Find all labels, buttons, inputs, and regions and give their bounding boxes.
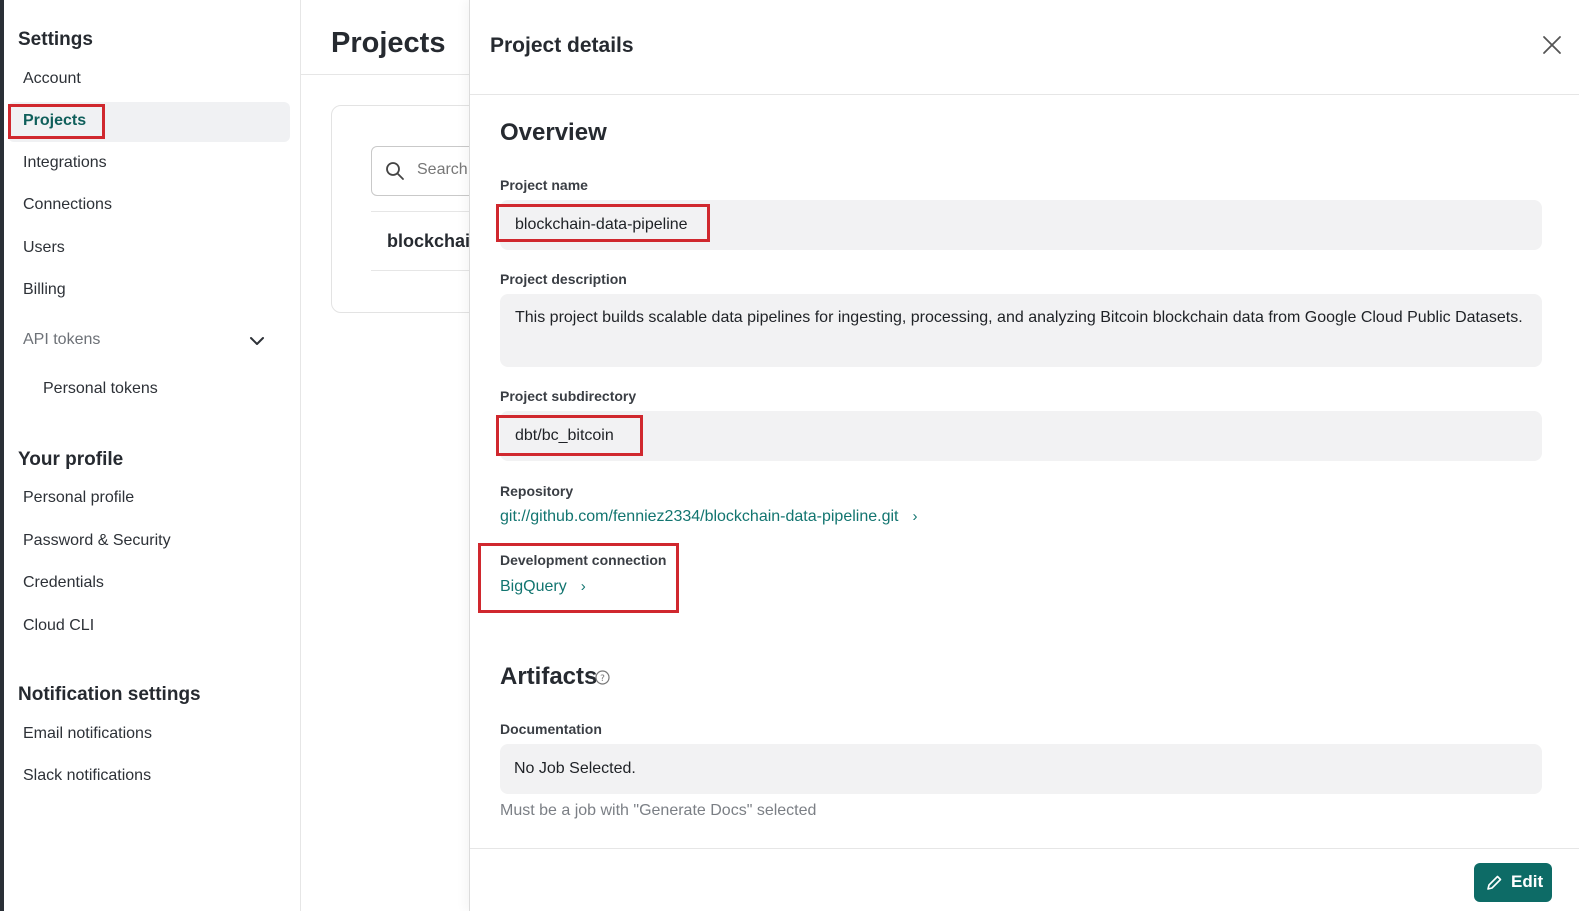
profile-section-title: Your profile xyxy=(18,449,124,470)
divider xyxy=(371,211,471,212)
sidebar-item-connections[interactable]: Connections xyxy=(23,196,112,214)
settings-section-title: Settings xyxy=(18,29,93,50)
notifications-section-title: Notification settings xyxy=(18,684,201,705)
sidebar-item-billing[interactable]: Billing xyxy=(23,281,66,299)
chevron-right-icon: › xyxy=(912,508,918,525)
sidebar-item-slack-notifications[interactable]: Slack notifications xyxy=(23,767,151,785)
project-details-drawer: Project details Overview Project name bl… xyxy=(469,0,1579,911)
chevron-down-icon[interactable] xyxy=(248,332,266,350)
divider xyxy=(470,94,1579,95)
search-icon xyxy=(386,162,404,180)
project-row-name[interactable]: blockchai xyxy=(387,231,470,252)
sidebar-item-password-security[interactable]: Password & Security xyxy=(23,532,171,550)
repository-link[interactable]: git://github.com/fenniez2334/blockchain-… xyxy=(500,508,917,526)
documentation-field: No Job Selected. xyxy=(500,744,1542,794)
chevron-right-icon: › xyxy=(580,578,586,595)
project-description-label: Project description xyxy=(500,271,627,287)
documentation-hint: Must be a job with "Generate Docs" selec… xyxy=(500,802,817,819)
drawer-title: Project details xyxy=(490,34,634,57)
settings-sidebar: Settings Account Projects Integrations C… xyxy=(4,0,301,911)
svg-text:?: ? xyxy=(600,674,605,684)
sidebar-item-api-tokens[interactable]: API tokens xyxy=(23,331,100,349)
repository-link-text: git://github.com/fenniez2334/blockchain-… xyxy=(500,508,899,525)
sidebar-item-account[interactable]: Account xyxy=(23,70,81,88)
project-name-field: blockchain-data-pipeline xyxy=(500,200,1542,250)
sidebar-item-cloud-cli[interactable]: Cloud CLI xyxy=(23,617,94,635)
sidebar-item-personal-profile[interactable]: Personal profile xyxy=(23,489,134,507)
divider xyxy=(470,848,1579,849)
sidebar-item-integrations[interactable]: Integrations xyxy=(23,154,107,172)
documentation-label: Documentation xyxy=(500,721,602,737)
sidebar-item-users[interactable]: Users xyxy=(23,239,65,257)
project-name-label: Project name xyxy=(500,177,588,193)
overview-heading: Overview xyxy=(500,119,607,146)
search-placeholder: Search xyxy=(417,161,468,178)
artifacts-heading: Artifacts xyxy=(500,663,598,690)
sidebar-item-projects[interactable]: Projects xyxy=(23,112,86,130)
page-title: Projects xyxy=(331,27,446,59)
project-subdirectory-label: Project subdirectory xyxy=(500,388,637,404)
sidebar-item-email-notifications[interactable]: Email notifications xyxy=(23,725,152,743)
project-subdirectory-field: dbt/bc_bitcoin xyxy=(500,411,1542,461)
edit-button-label: Edit xyxy=(1511,872,1544,891)
dev-connection-link[interactable]: BigQuery › xyxy=(500,578,586,596)
edit-button[interactable]: Edit xyxy=(1474,863,1552,902)
repository-label: Repository xyxy=(500,483,574,499)
dev-connection-label: Development connection xyxy=(500,552,667,568)
project-description-field: This project builds scalable data pipeli… xyxy=(500,294,1542,367)
dev-connection-link-text: BigQuery xyxy=(500,578,567,595)
pencil-icon xyxy=(1487,875,1502,890)
sidebar-item-personal-tokens[interactable]: Personal tokens xyxy=(43,380,158,398)
sidebar-item-credentials[interactable]: Credentials xyxy=(23,574,104,592)
help-icon[interactable]: ? xyxy=(595,670,610,685)
divider xyxy=(371,270,471,271)
close-icon[interactable] xyxy=(1541,34,1563,56)
